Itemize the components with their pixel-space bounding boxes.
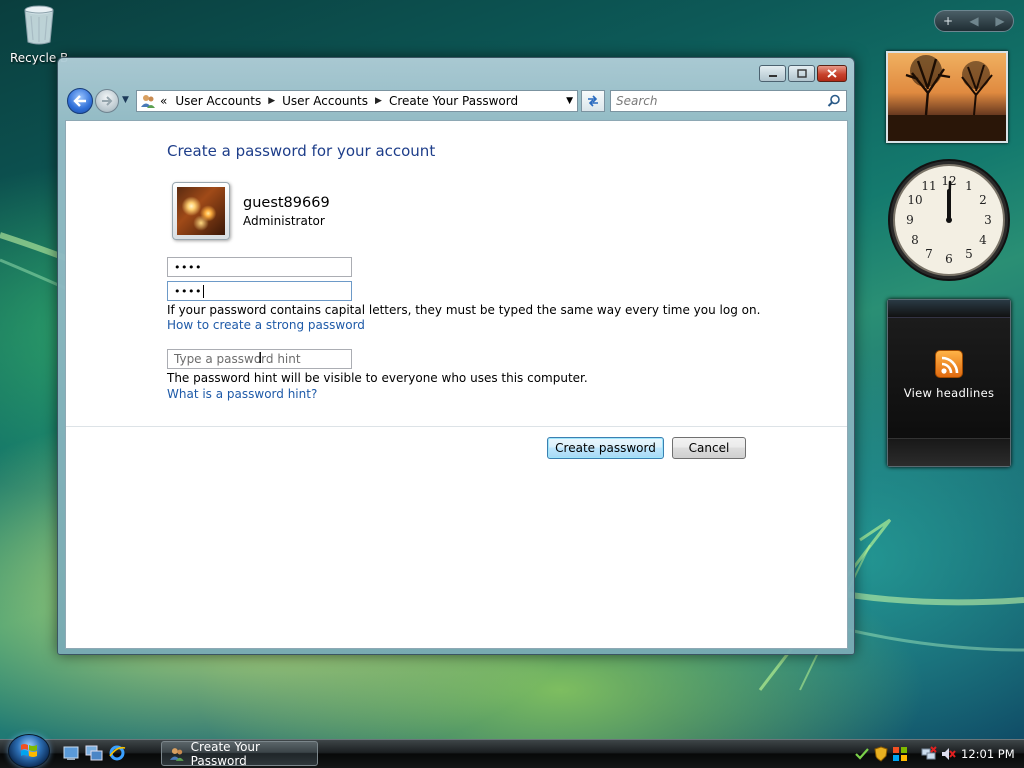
forward-arrow-icon <box>102 96 113 106</box>
windows-logo-icon <box>21 744 37 757</box>
avatar <box>172 182 230 240</box>
close-icon <box>827 69 837 78</box>
windows-update-icon[interactable] <box>892 746 908 762</box>
taskbar-item-label: Create Your Password <box>190 739 260 768</box>
window-controls <box>757 65 847 82</box>
maximize-icon <box>796 69 807 78</box>
clock-number: 1 <box>965 179 973 193</box>
internet-explorer-icon[interactable] <box>108 744 126 762</box>
search-input[interactable]: Search <box>610 90 847 112</box>
clock-number: 5 <box>965 247 973 261</box>
system-clock[interactable]: 12:01 PM <box>961 747 1015 761</box>
hint-visibility-note: The password hint will be visible to eve… <box>167 371 588 385</box>
tree-photo-image <box>888 55 1006 141</box>
close-button[interactable] <box>817 65 847 82</box>
strong-password-link[interactable]: How to create a strong password <box>167 318 365 332</box>
back-button[interactable] <box>67 88 93 114</box>
clock-number: 4 <box>979 233 987 247</box>
rss-icon <box>935 350 963 378</box>
network-disconnected-icon[interactable] <box>921 746 937 762</box>
clock-number: 11 <box>921 179 936 193</box>
search-placeholder: Search <box>616 94 658 108</box>
address-dropdown-icon[interactable]: ▼ <box>566 96 573 106</box>
password-hint-placeholder: Type a password hint <box>174 352 301 366</box>
security-shield-icon[interactable] <box>873 746 889 762</box>
clock-number: 9 <box>906 213 914 227</box>
slideshow-gadget[interactable] <box>886 51 1008 143</box>
password-hint-help-link[interactable]: What is a password hint? <box>167 387 317 401</box>
new-password-field[interactable]: •••• <box>167 257 352 277</box>
recycle-bin-icon <box>24 5 54 45</box>
breadcrumb-separator-icon[interactable]: ▶ <box>375 96 382 106</box>
breadcrumb-user-accounts[interactable]: User Accounts <box>175 94 261 108</box>
quick-launch-toolbar <box>62 744 131 762</box>
clock-number: 7 <box>925 247 933 261</box>
new-password-value: •••• <box>174 260 202 274</box>
previous-page-button[interactable]: ◀ <box>964 14 984 28</box>
divider <box>66 426 847 427</box>
switch-windows-icon[interactable] <box>85 744 103 762</box>
content-pane: Create a password for your account guest… <box>65 120 848 649</box>
address-bar[interactable]: « User Accounts ▶ User Accounts ▶ Create… <box>136 90 578 112</box>
notification-area: 12:01 PM <box>854 742 1024 766</box>
breadcrumb-separator-icon[interactable]: ▶ <box>268 96 275 106</box>
user-accounts-icon <box>141 95 155 108</box>
gadget-footer <box>888 438 1010 466</box>
view-headlines-link[interactable]: View headlines <box>888 386 1010 400</box>
breadcrumb-create-your-password[interactable]: Create Your Password <box>389 94 518 108</box>
safely-remove-hardware-icon[interactable] <box>854 746 870 762</box>
text-caret <box>202 284 204 298</box>
clock-number: 2 <box>979 193 987 207</box>
clock-number: 6 <box>945 252 953 266</box>
next-page-button[interactable]: ▶ <box>990 14 1010 28</box>
gadget-header <box>888 300 1010 318</box>
show-desktop-icon[interactable] <box>62 744 80 762</box>
refresh-icon <box>588 95 598 107</box>
maximize-button[interactable] <box>788 65 815 82</box>
user-name: guest89669 <box>243 195 330 211</box>
address-overflow-indicator[interactable]: « <box>160 94 167 108</box>
recycle-bin-shortcut[interactable]: Recycle Bin <box>4 2 74 65</box>
user-accounts-icon <box>169 747 184 761</box>
clock-number: 8 <box>911 233 919 247</box>
back-arrow-icon <box>73 95 86 107</box>
taskbar-item-create-your-password[interactable]: Create Your Password <box>161 739 318 768</box>
clock-minute-hand <box>947 180 952 222</box>
create-password-window: ▼ « User Accounts ▶ User Accounts ▶ Crea… <box>57 57 855 655</box>
add-gadget-button[interactable]: + <box>938 14 958 28</box>
cancel-button[interactable]: Cancel <box>672 437 746 459</box>
volume-muted-icon[interactable] <box>940 746 956 762</box>
breadcrumb-user-accounts-2[interactable]: User Accounts <box>282 94 368 108</box>
page-title: Create a password for your account <box>167 142 436 160</box>
forward-button[interactable] <box>95 89 119 113</box>
navigation-bar: ▼ « User Accounts ▶ User Accounts ▶ Crea… <box>65 88 847 114</box>
refresh-button[interactable] <box>581 90 605 112</box>
clock-gadget[interactable]: 12 1 2 3 4 5 6 7 8 9 10 11 <box>887 158 1011 282</box>
capital-letters-note: If your password contains capital letter… <box>167 303 761 317</box>
minimize-icon <box>768 74 777 77</box>
start-button[interactable] <box>8 734 50 768</box>
clock-number: 3 <box>984 213 992 227</box>
feed-headlines-gadget[interactable]: View headlines <box>887 299 1011 467</box>
create-password-button[interactable]: Create password <box>547 437 664 459</box>
search-icon[interactable] <box>827 94 841 108</box>
recent-pages-dropdown[interactable]: ▼ <box>122 95 129 105</box>
confirm-password-field[interactable]: •••• <box>167 281 352 301</box>
user-picture-image <box>177 187 225 235</box>
user-role: Administrator <box>243 214 325 228</box>
ibeam-cursor-icon: I <box>258 349 263 367</box>
confirm-password-value: •••• <box>174 284 202 298</box>
clock-number: 10 <box>907 193 922 207</box>
minimize-button[interactable] <box>759 65 786 82</box>
sidebar-controls: + ◀ ▶ <box>934 10 1014 32</box>
